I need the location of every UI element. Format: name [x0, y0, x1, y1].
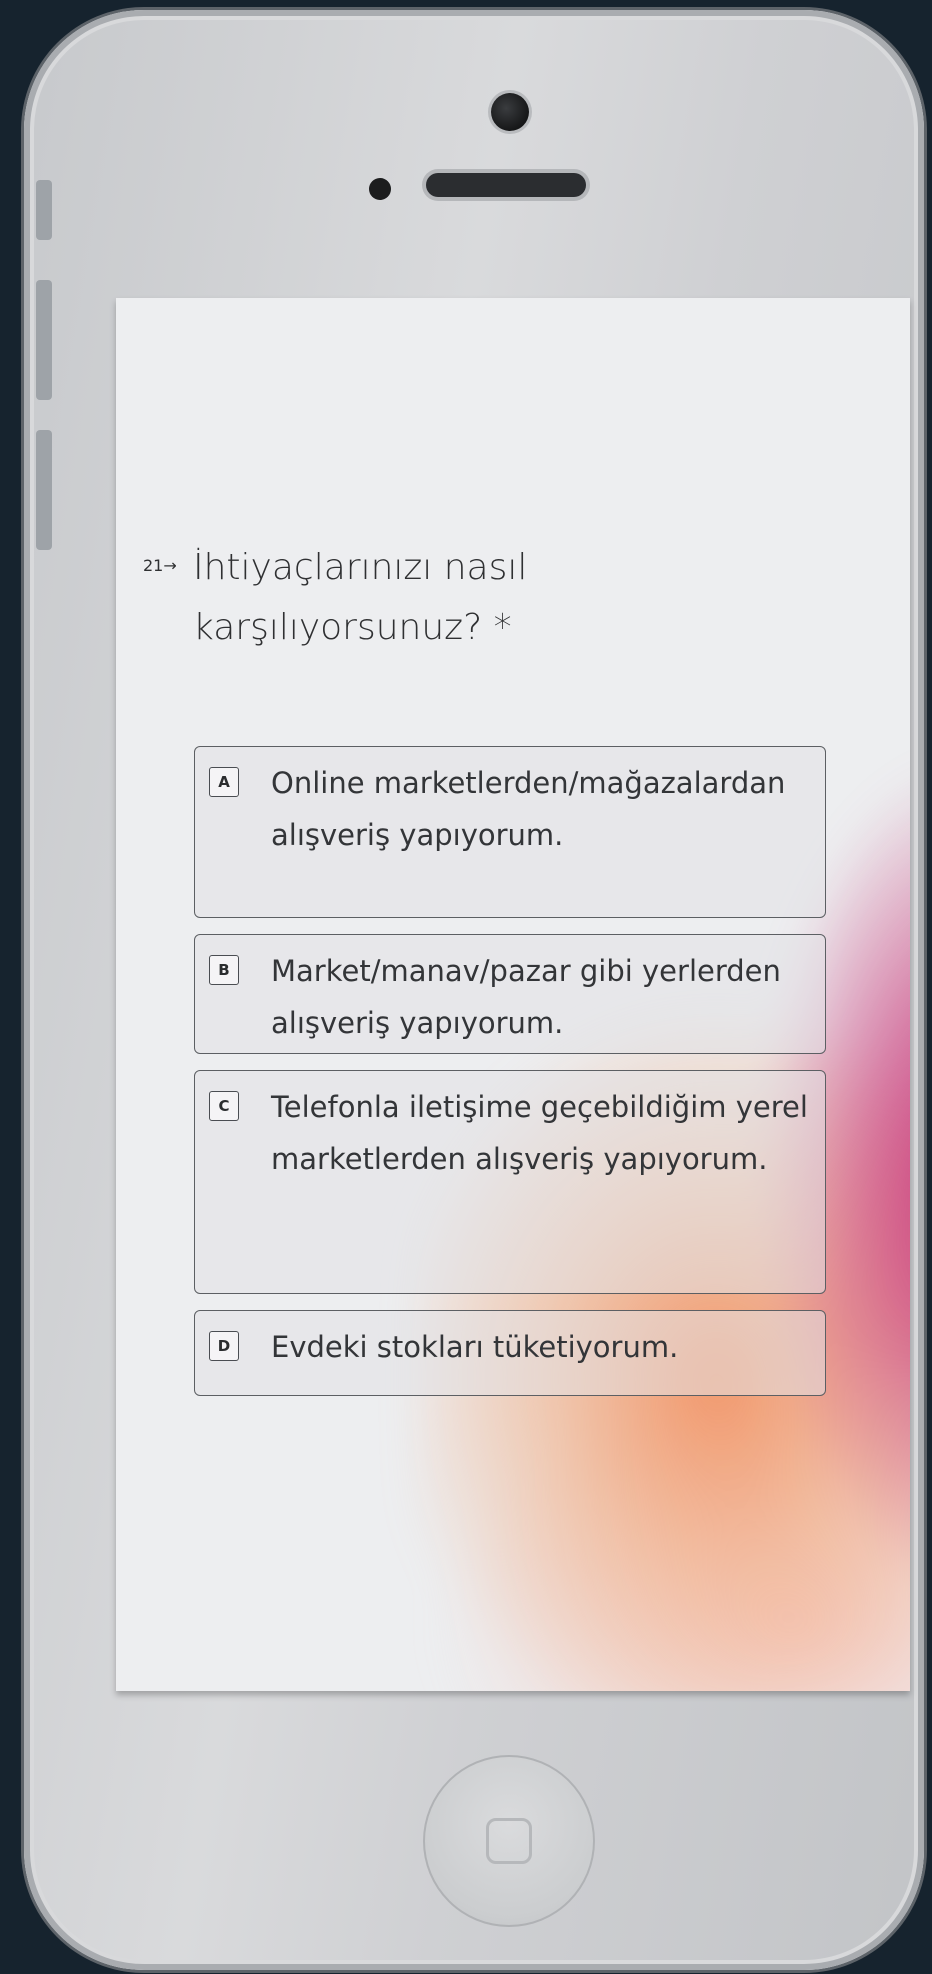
question-text: İhtiyaçlarınızı nasıl karşılıyorsunuz? *	[193, 547, 528, 648]
question-number: 21→	[143, 556, 177, 575]
option-key-c: C	[209, 1091, 239, 1121]
option-label-c: Telefonla iletişime geçebildiğim yerel m…	[271, 1090, 808, 1176]
option-b[interactable]: B Market/manav/pazar gibi yerlerden alış…	[194, 934, 826, 1054]
option-c[interactable]: C Telefonla iletişime geçebildiğim yerel…	[194, 1070, 826, 1294]
earpiece-speaker-icon	[426, 173, 586, 197]
phone-frame: 21→ İhtiyaçlarınızı nasıl karşılıyorsunu…	[24, 10, 924, 1970]
option-key-b: B	[209, 955, 239, 985]
option-key-a: A	[209, 767, 239, 797]
option-d[interactable]: D Evdeki stokları tüketiyorum.	[194, 1310, 826, 1396]
front-camera-icon	[491, 93, 529, 131]
option-label-a: Online marketlerden/mağazalardan alışver…	[271, 766, 786, 852]
home-square-icon	[486, 1818, 532, 1864]
volume-up-button	[36, 280, 52, 400]
sensor-icon	[369, 178, 391, 200]
phone-screen: 21→ İhtiyaçlarınızı nasıl karşılıyorsunu…	[116, 298, 910, 1691]
option-a[interactable]: A Online marketlerden/mağazalardan alışv…	[194, 746, 826, 918]
option-label-b: Market/manav/pazar gibi yerlerden alışve…	[271, 954, 781, 1040]
volume-down-button	[36, 430, 52, 550]
home-button-icon[interactable]	[423, 1755, 595, 1927]
option-label-d: Evdeki stokları tüketiyorum.	[271, 1330, 679, 1364]
option-key-d: D	[209, 1331, 239, 1361]
mute-switch	[36, 180, 52, 240]
